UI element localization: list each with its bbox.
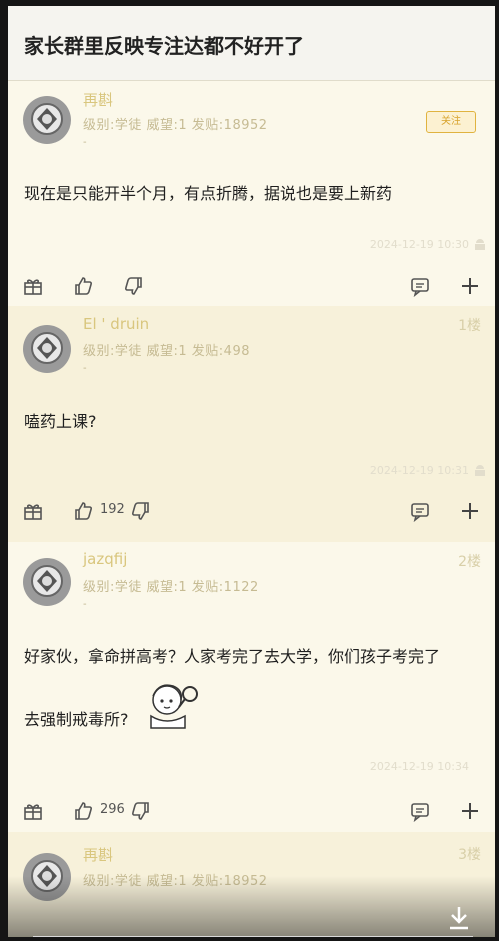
floor-number: 2楼 [458,554,481,570]
thumbs-up-icon[interactable] [72,275,94,297]
user-meta: 级别:学徒 威望:1 发贴:498 [83,344,250,359]
android-icon [475,465,485,476]
floor-number: 1楼 [458,318,481,334]
username[interactable]: 再斟 [83,89,113,110]
thread-title-bar: 家长群里反映专注达都不好开了 [8,6,495,81]
username[interactable]: jazqfij [83,550,127,568]
thumbs-down-icon[interactable] [130,800,152,822]
like-count: 296 [100,802,125,817]
app-screen: 家长群里反映专注达都不好开了 再斟 级别:学徒 威望:1 发贴:18952 - … [8,6,495,937]
user-signature: - [83,137,87,148]
plus-icon[interactable] [459,275,481,297]
user-signature: - [83,363,87,374]
post-op: 再斟 级别:学徒 威望:1 发贴:18952 - 关注 现在是只能开半个月，有点… [8,81,495,306]
follow-button[interactable]: 关注 [426,111,476,133]
thumbs-down-icon[interactable] [130,500,152,522]
plus-icon[interactable] [459,500,481,522]
bottom-shadow [8,876,495,937]
post-time: 2024-12-19 10:34 [369,760,469,773]
avatar[interactable] [22,557,72,607]
home-indicator [33,936,473,937]
post-time: 2024-12-19 10:31 [369,464,469,477]
reply-post-2: jazqfij 级别:学徒 威望:1 发贴:1122 - 2楼 好家伙，拿命拼高… [8,542,495,832]
user-meta: 级别:学徒 威望:1 发贴:1122 [83,580,259,595]
post-content-line-1: 好家伙，拿命拼高考？人家考完了去大学，你们孩子考完了 [24,647,441,666]
post-content: 嗑药上课? [24,412,97,431]
gift-icon[interactable] [22,275,44,297]
cartoon-sticker [150,684,198,729]
comment-icon[interactable] [409,275,431,297]
like-count: 192 [100,502,125,517]
plus-icon[interactable] [459,800,481,822]
post-actions: 296 [8,792,495,832]
gift-icon[interactable] [22,500,44,522]
username[interactable]: El ' druin [83,315,149,333]
user-meta: 级别:学徒 威望:1 发贴:18952 [83,118,268,133]
post-content: 现在是只能开半个月，有点折腾，据说也是要上新药 [24,184,393,203]
username[interactable]: 再斟 [83,844,113,865]
avatar[interactable] [22,95,72,145]
post-time: 2024-12-19 10:30 [369,238,469,251]
thumbs-up-icon[interactable] [72,800,94,822]
reply-post-1: El ' druin 级别:学徒 威望:1 发贴:498 - 1楼 嗑药上课? … [8,306,495,542]
thumbs-down-icon[interactable] [123,275,145,297]
thread-title: 家长群里反映专注达都不好开了 [24,34,304,58]
download-icon[interactable] [445,904,473,932]
comment-icon[interactable] [409,500,431,522]
user-signature: - [83,599,87,610]
floor-number: 3楼 [458,847,481,863]
android-icon [475,239,485,250]
gift-icon[interactable] [22,800,44,822]
comment-icon[interactable] [409,800,431,822]
thumbs-up-icon[interactable] [72,500,94,522]
post-actions: 192 [8,492,495,532]
post-content-line-2: 去强制戒毒所? [24,710,129,729]
post-actions [8,267,495,307]
avatar[interactable] [22,324,72,374]
